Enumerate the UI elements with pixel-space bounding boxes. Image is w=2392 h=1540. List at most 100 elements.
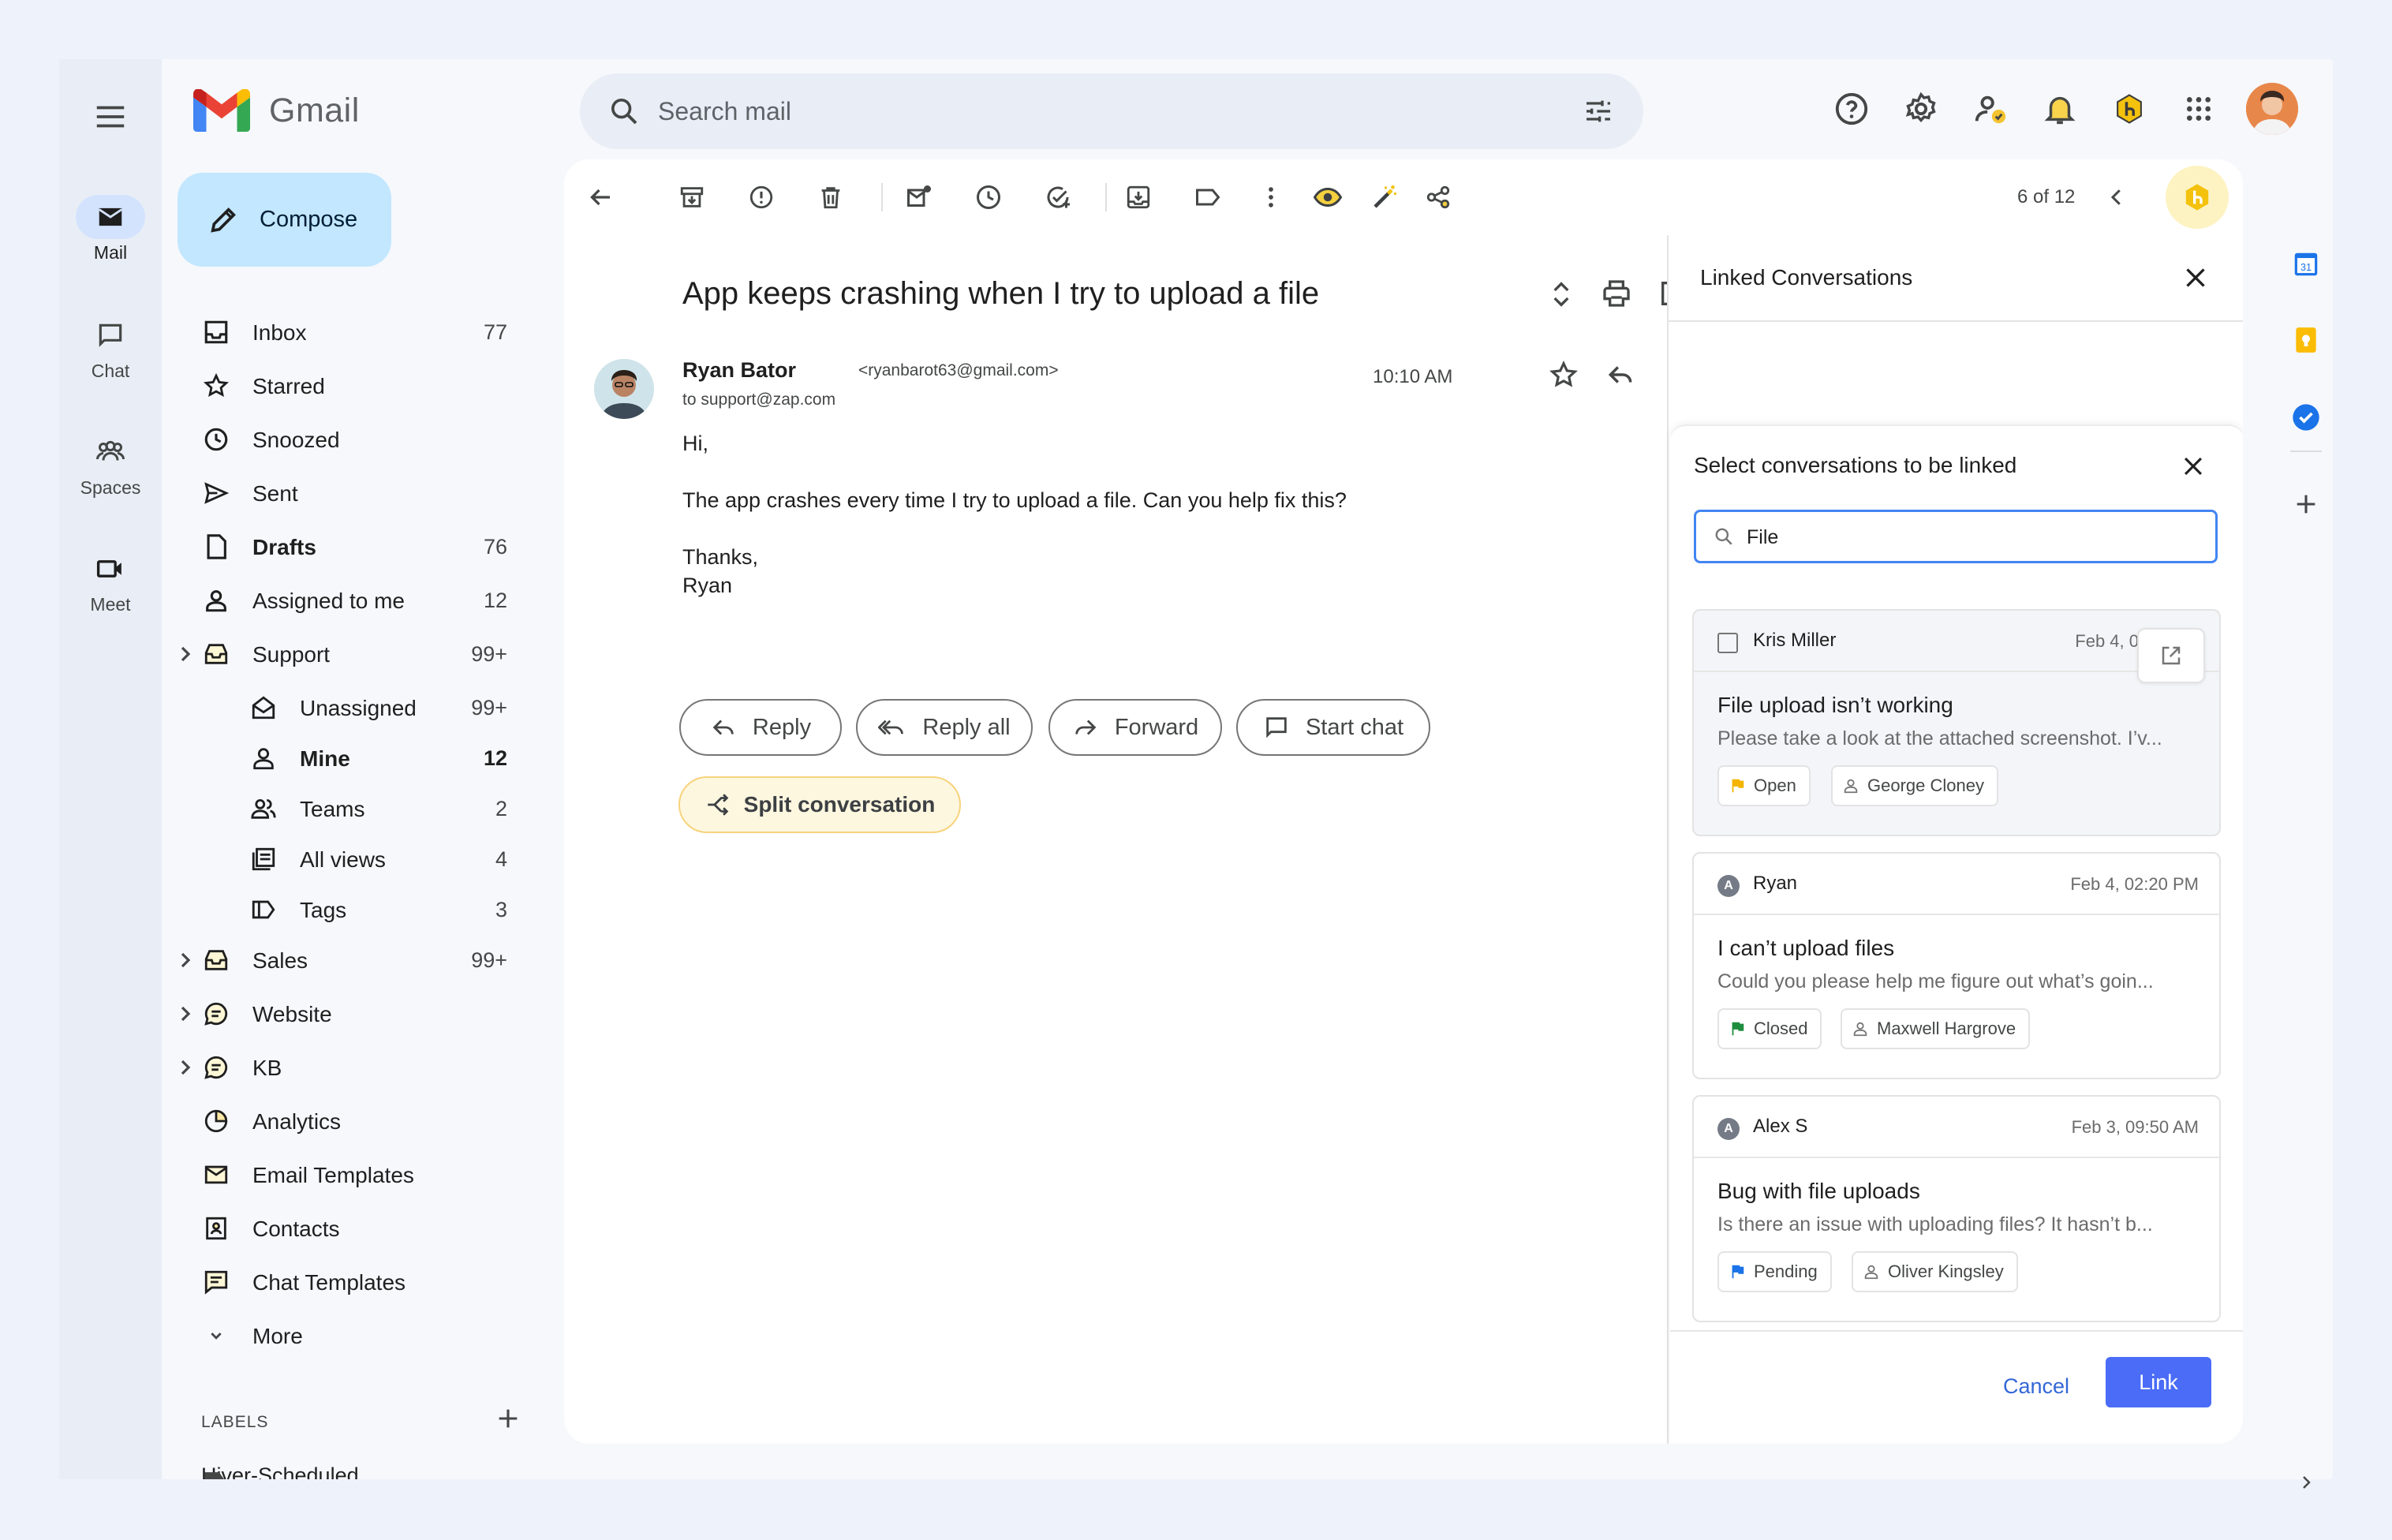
nav-unassigned[interactable]: Unassigned 99+	[170, 681, 548, 731]
chevron-right-icon[interactable]	[178, 1058, 193, 1077]
nav-analytics[interactable]: Analytics	[170, 1094, 548, 1148]
chevron-right-icon[interactable]	[178, 1004, 193, 1023]
meet-icon	[95, 554, 126, 584]
nav-teams[interactable]: Teams 2	[170, 782, 548, 832]
nav-label: Assigned to me	[252, 589, 405, 613]
help-icon[interactable]	[1831, 88, 1872, 129]
start-chat-button[interactable]: Start chat	[1236, 699, 1430, 756]
reply-button[interactable]: Reply	[679, 699, 842, 756]
cancel-button[interactable]: Cancel	[2003, 1374, 2069, 1399]
forward-button[interactable]: Forward	[1048, 699, 1222, 756]
label-item[interactable]: Hiver-Scheduled	[201, 1463, 359, 1479]
chevron-right-icon[interactable]	[178, 951, 193, 970]
nav-snoozed[interactable]: Snoozed	[170, 413, 548, 466]
pagination-count: 6 of 12	[2017, 186, 2076, 207]
expand-panel-chevron-icon[interactable]	[2290, 1467, 2322, 1498]
star-icon[interactable]	[1549, 360, 1580, 391]
conversation-search-input[interactable]: File	[1694, 510, 2218, 563]
nav-tags[interactable]: Tags 3	[170, 883, 548, 933]
apps-grid-icon[interactable]	[2178, 88, 2219, 129]
add-addon-icon[interactable]	[2290, 488, 2322, 520]
add-label-icon[interactable]	[495, 1405, 521, 1432]
close-icon[interactable]	[2181, 264, 2210, 292]
chevron-right-icon[interactable]	[178, 645, 193, 663]
linked-panel-header: Linked Conversations	[1669, 235, 2243, 322]
hiver-extension-icon[interactable]	[2109, 88, 2150, 129]
conversation-result-card[interactable]: Kris Miller Feb 4, 0 File upload isn’t w…	[1692, 609, 2221, 836]
assignee-chip: Oliver Kingsley	[1852, 1251, 2018, 1292]
close-icon[interactable]	[2180, 453, 2208, 481]
keep-icon[interactable]	[2290, 324, 2322, 356]
status-chip: Closed	[1717, 1008, 1822, 1049]
archive-icon[interactable]	[676, 181, 708, 213]
nav-sent[interactable]: Sent	[170, 466, 548, 520]
report-spam-icon[interactable]	[746, 181, 777, 213]
search-options-icon[interactable]	[1582, 95, 1615, 127]
nav-count: 3	[495, 898, 507, 921]
conversation-result-card[interactable]: A Alex S Feb 3, 09:50 AM Bug with file u…	[1692, 1095, 2221, 1322]
gmail-logo[interactable]: Gmail	[193, 89, 360, 132]
nav-mine[interactable]: Mine 12	[170, 731, 548, 782]
search-icon[interactable]	[608, 95, 640, 127]
search-bar[interactable]: Search mail	[580, 73, 1643, 149]
rail-spaces[interactable]: Spaces	[59, 430, 162, 499]
previous-chevron-icon[interactable]	[2101, 181, 2132, 213]
nav-inbox[interactable]: Inbox 77	[170, 305, 548, 359]
contact-book-icon	[203, 1215, 230, 1242]
nav-all-views[interactable]: All views 4	[170, 832, 548, 883]
select-checkbox[interactable]	[1717, 633, 1738, 653]
delete-icon[interactable]	[815, 181, 847, 213]
account-avatar[interactable]	[2246, 83, 2298, 135]
nav-support[interactable]: Support 99+	[170, 627, 548, 681]
tasks-icon[interactable]	[2290, 402, 2322, 433]
user-status-icon[interactable]	[1970, 88, 2011, 129]
person-icon	[1863, 1263, 1888, 1280]
reply-arrow-icon[interactable]	[1605, 360, 1637, 391]
card-header: A Ryan Feb 4, 02:20 PM	[1694, 854, 2219, 915]
notification-bell-icon[interactable]	[2039, 88, 2080, 129]
settings-gear-icon[interactable]	[1901, 88, 1942, 129]
magic-wand-icon[interactable]	[1369, 181, 1400, 213]
more-vertical-icon[interactable]	[1255, 181, 1287, 213]
main-menu-icon[interactable]	[92, 99, 129, 135]
share-icon[interactable]	[1422, 181, 1454, 213]
nav-website[interactable]: Website	[170, 987, 548, 1041]
nav-drafts[interactable]: Drafts 76	[170, 520, 548, 574]
labels-heading: LABELS	[201, 1413, 269, 1431]
nav-chat-templates[interactable]: Chat Templates	[170, 1255, 548, 1309]
rail-meet[interactable]: Meet	[59, 547, 162, 615]
move-to-icon[interactable]	[1123, 181, 1154, 213]
rail-mail[interactable]: Mail	[59, 195, 162, 264]
expand-collapse-icon[interactable]	[1545, 278, 1579, 311]
nav-assigned-to-me[interactable]: Assigned to me 12	[170, 574, 548, 627]
nav-email-templates[interactable]: Email Templates	[170, 1148, 548, 1202]
rail-chat[interactable]: Chat	[59, 313, 162, 382]
label-icon[interactable]	[1192, 181, 1224, 213]
compose-button[interactable]: Compose	[178, 173, 391, 267]
print-icon[interactable]	[1601, 278, 1634, 311]
nav-more[interactable]: More	[170, 1309, 548, 1362]
nav-kb[interactable]: KB	[170, 1041, 548, 1094]
clock-icon	[203, 426, 230, 453]
link-button[interactable]: Link	[2106, 1357, 2211, 1407]
search-placeholder[interactable]: Search mail	[658, 97, 791, 126]
nav-starred[interactable]: Starred	[170, 359, 548, 413]
back-arrow-icon[interactable]	[585, 181, 616, 213]
chevron-down-icon	[203, 1322, 230, 1349]
split-conversation-button[interactable]: Split conversation	[678, 776, 961, 833]
conversation-result-card[interactable]: A Ryan Feb 4, 02:20 PM I can’t upload fi…	[1692, 852, 2221, 1079]
calendar-icon[interactable]: 31	[2290, 249, 2322, 280]
hiver-sidebar-toggle[interactable]	[2166, 166, 2229, 229]
mark-unread-icon[interactable]	[903, 181, 935, 213]
add-task-icon[interactable]	[1042, 181, 1074, 213]
nav-contacts[interactable]: Contacts	[170, 1202, 548, 1255]
open-conversation-button[interactable]	[2137, 628, 2205, 683]
reply-label: Reply	[752, 714, 812, 740]
eye-tracking-icon[interactable]	[1312, 181, 1344, 213]
nav-label: Inbox	[252, 320, 307, 345]
conversation-subject: I can’t upload files	[1717, 936, 1895, 960]
reply-all-button[interactable]: Reply all	[856, 699, 1033, 756]
nav-sales[interactable]: Sales 99+	[170, 933, 548, 987]
snooze-clock-icon[interactable]	[973, 181, 1004, 213]
sender-avatar[interactable]	[594, 359, 654, 419]
